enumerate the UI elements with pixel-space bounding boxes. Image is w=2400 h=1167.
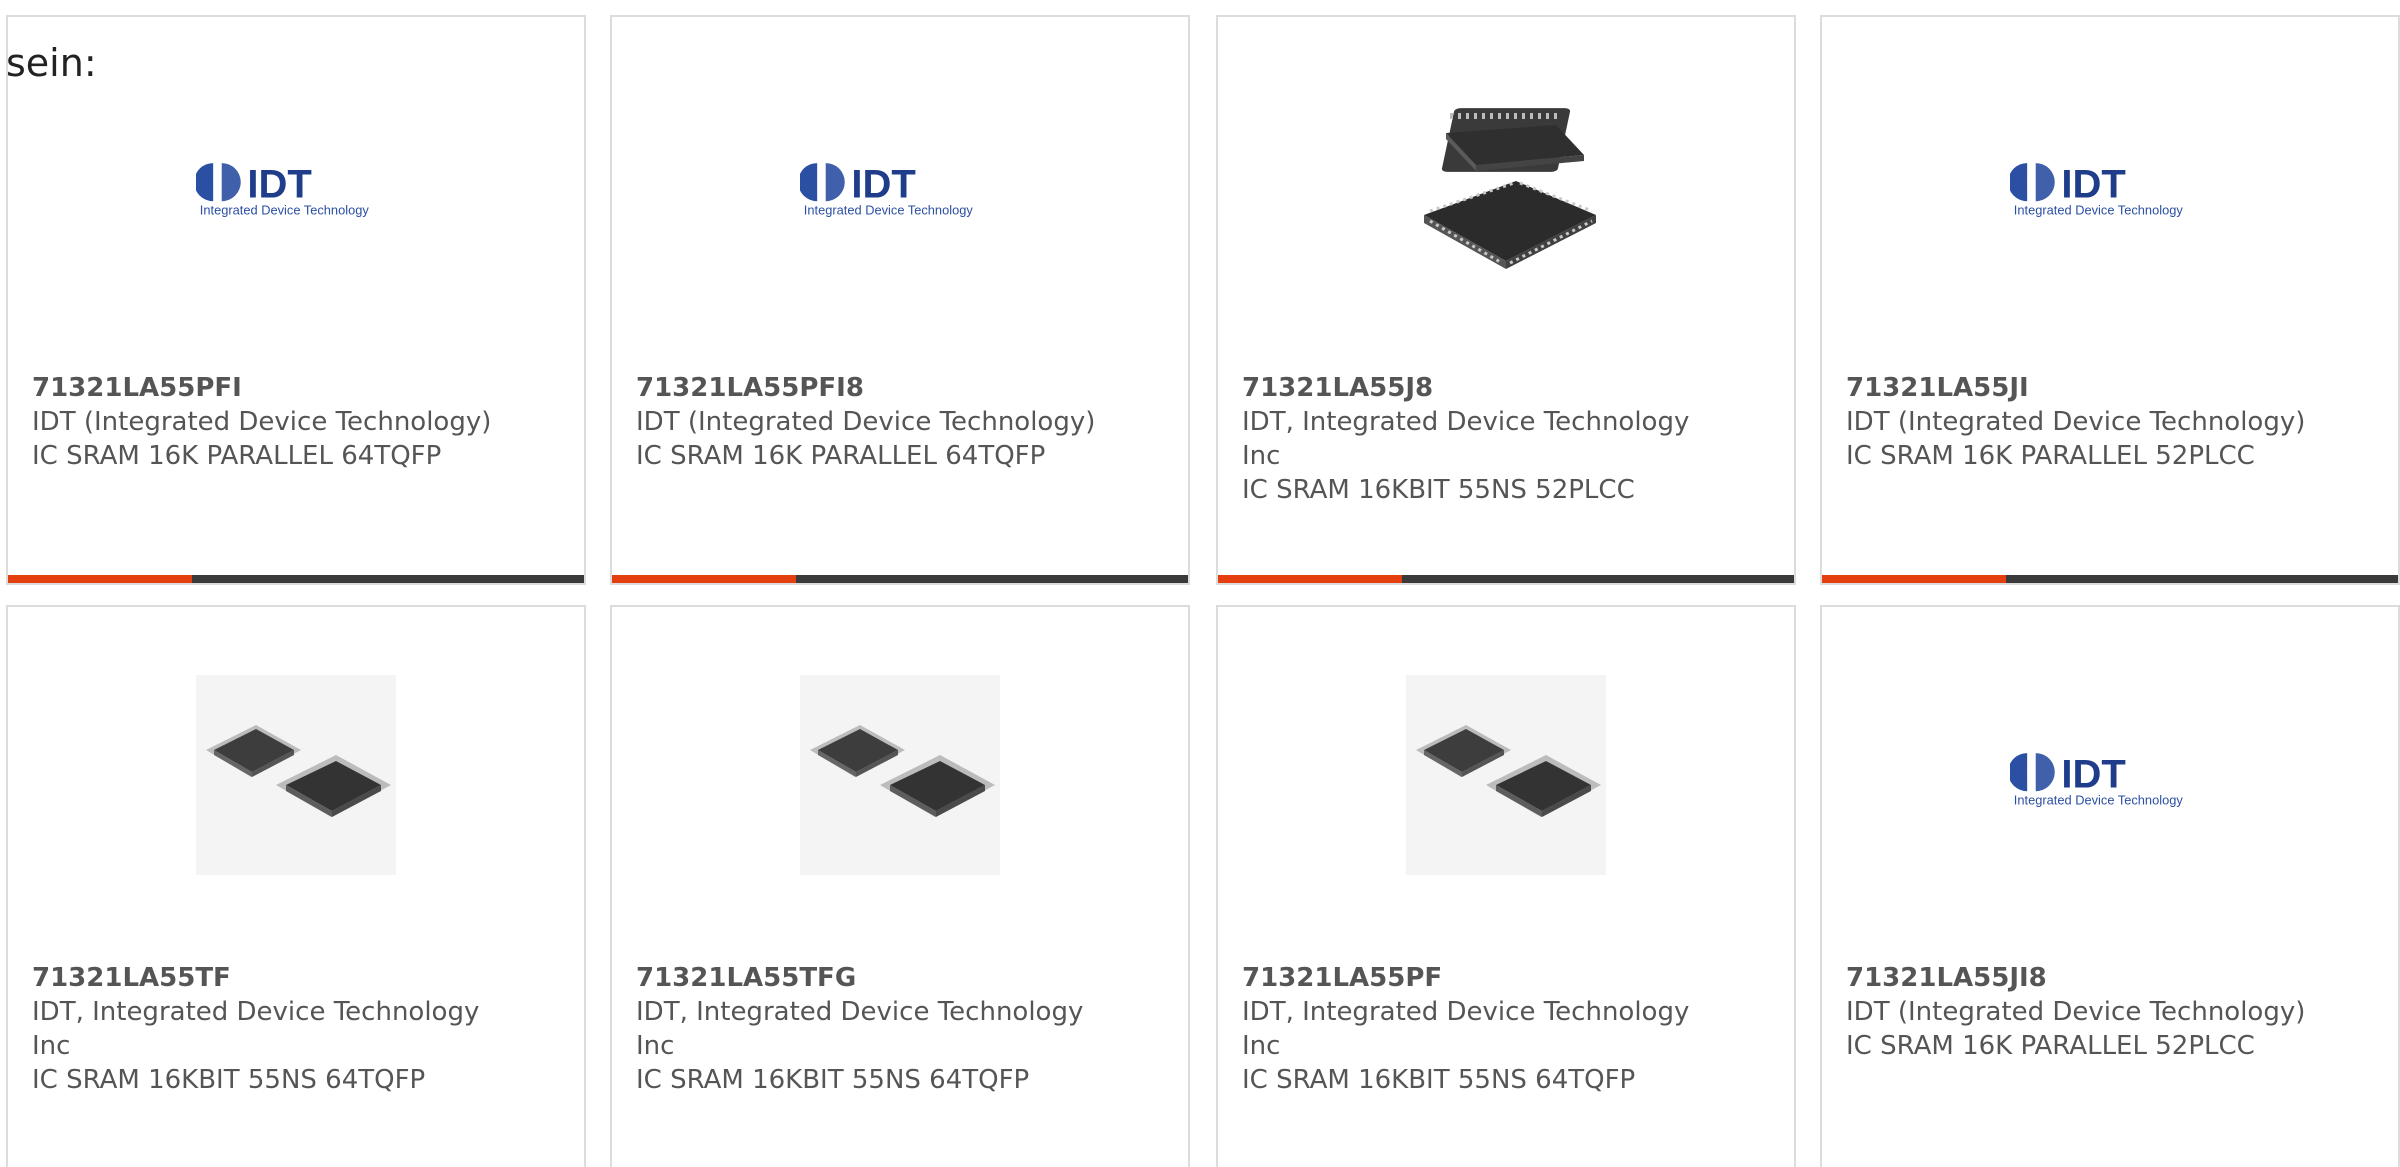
product-image[interactable] xyxy=(196,675,396,875)
manufacturer-label: IDT, Integrated Device Technology Inc xyxy=(1242,407,1690,471)
manufacturer-label: IDT (Integrated Device Technology) xyxy=(1846,997,2306,1027)
logo-title: IDT xyxy=(2061,752,2125,796)
tqfp-chips-icon xyxy=(800,675,1000,875)
plcc-chip-icon xyxy=(1424,108,1596,269)
product-image[interactable] xyxy=(800,675,1000,875)
idt-logo-icon: IDT Integrated Device Technology xyxy=(2010,162,2184,218)
part-number-link[interactable]: 71321LA55PF xyxy=(1242,961,1712,995)
manufacturer-label: IDT (Integrated Device Technology) xyxy=(1846,407,2306,437)
product-description: IC SRAM 16K PARALLEL 64TQFP xyxy=(636,441,1046,471)
product-image[interactable]: IDT Integrated Device Technology xyxy=(2010,675,2210,875)
part-number-link[interactable]: 71321LA55J8 xyxy=(1242,371,1712,405)
part-number-link[interactable]: 71321LA55JI8 xyxy=(1846,961,2316,995)
product-card[interactable]: IDT Integrated Device Technology 71321LA… xyxy=(6,15,586,585)
part-number-link[interactable]: 71321LA55TF xyxy=(32,961,502,995)
logo-subtitle: Integrated Device Technology xyxy=(804,203,974,218)
product-image[interactable] xyxy=(1406,675,1606,875)
part-number-link[interactable]: 71321LA55PFI8 xyxy=(636,371,1106,405)
product-image[interactable] xyxy=(1406,85,1606,285)
tqfp-chips-icon xyxy=(1406,675,1606,875)
part-number-link[interactable]: 71321LA55TFG xyxy=(636,961,1106,995)
logo-subtitle: Integrated Device Technology xyxy=(2014,793,2184,808)
product-card[interactable]: 71321LA55PF IDT, Integrated Device Techn… xyxy=(1216,605,1796,1167)
manufacturer-label: IDT (Integrated Device Technology) xyxy=(32,407,492,437)
product-info: 71321LA55JI IDT (Integrated Device Techn… xyxy=(1846,371,2316,473)
idt-logo-icon: IDT Integrated Device Technology xyxy=(800,162,974,218)
manufacturer-label: IDT, Integrated Device Technology Inc xyxy=(1242,997,1690,1061)
product-info: 71321LA55PF IDT, Integrated Device Techn… xyxy=(1242,961,1712,1097)
product-description: IC SRAM 16KBIT 55NS 64TQFP xyxy=(1242,1065,1636,1095)
product-description: IC SRAM 16KBIT 55NS 64TQFP xyxy=(636,1065,1030,1095)
product-info: 71321LA55JI8 IDT (Integrated Device Tech… xyxy=(1846,961,2316,1063)
product-info: 71321LA55J8 IDT, Integrated Device Techn… xyxy=(1242,371,1712,507)
card-progress-bar xyxy=(8,575,584,583)
product-description: IC SRAM 16KBIT 55NS 52PLCC xyxy=(1242,475,1635,505)
part-number-link[interactable]: 71321LA55JI xyxy=(1846,371,2316,405)
product-card[interactable]: 71321LA55J8 IDT, Integrated Device Techn… xyxy=(1216,15,1796,585)
product-image[interactable]: IDT Integrated Device Technology xyxy=(800,85,1000,285)
product-card[interactable]: 71321LA55TFG IDT, Integrated Device Tech… xyxy=(610,605,1190,1167)
product-card[interactable]: IDT Integrated Device Technology 71321LA… xyxy=(1820,15,2400,585)
logo-title: IDT xyxy=(851,162,915,206)
product-card[interactable]: 71321LA55TF IDT, Integrated Device Techn… xyxy=(6,605,586,1167)
product-description: IC SRAM 16K PARALLEL 52PLCC xyxy=(1846,1031,2255,1061)
product-description: IC SRAM 16KBIT 55NS 64TQFP xyxy=(32,1065,426,1095)
intro-text: sein: xyxy=(6,41,97,85)
product-description: IC SRAM 16K PARALLEL 64TQFP xyxy=(32,441,442,471)
product-info: 71321LA55PFI IDT (Integrated Device Tech… xyxy=(32,371,502,473)
card-progress-fill xyxy=(612,575,797,583)
card-progress-bar xyxy=(1218,575,1794,583)
logo-title: IDT xyxy=(247,162,311,206)
product-info: 71321LA55TFG IDT, Integrated Device Tech… xyxy=(636,961,1106,1097)
logo-subtitle: Integrated Device Technology xyxy=(2014,203,2184,218)
product-info: 71321LA55TF IDT, Integrated Device Techn… xyxy=(32,961,502,1097)
card-progress-fill xyxy=(1218,575,1403,583)
product-grid-page: sein: IDT Integrated Device Technology 7… xyxy=(0,0,2400,1167)
product-description: IC SRAM 16K PARALLEL 52PLCC xyxy=(1846,441,2255,471)
logo-subtitle: Integrated Device Technology xyxy=(200,203,370,218)
product-card[interactable]: IDT Integrated Device Technology 71321LA… xyxy=(1820,605,2400,1167)
card-progress-fill xyxy=(8,575,193,583)
tqfp-chips-icon xyxy=(196,675,396,875)
product-image[interactable]: IDT Integrated Device Technology xyxy=(2010,85,2210,285)
manufacturer-label: IDT, Integrated Device Technology Inc xyxy=(32,997,480,1061)
manufacturer-label: IDT (Integrated Device Technology) xyxy=(636,407,1096,437)
card-progress-fill xyxy=(1822,575,2007,583)
product-image[interactable]: IDT Integrated Device Technology xyxy=(196,85,396,285)
card-progress-bar xyxy=(612,575,1188,583)
logo-title: IDT xyxy=(2061,162,2125,206)
card-progress-bar xyxy=(1822,575,2398,583)
product-card[interactable]: IDT Integrated Device Technology 71321LA… xyxy=(610,15,1190,585)
idt-logo-icon: IDT Integrated Device Technology xyxy=(196,162,370,218)
idt-logo-icon: IDT Integrated Device Technology xyxy=(2010,752,2184,808)
manufacturer-label: IDT, Integrated Device Technology Inc xyxy=(636,997,1084,1061)
product-info: 71321LA55PFI8 IDT (Integrated Device Tec… xyxy=(636,371,1106,473)
part-number-link[interactable]: 71321LA55PFI xyxy=(32,371,502,405)
